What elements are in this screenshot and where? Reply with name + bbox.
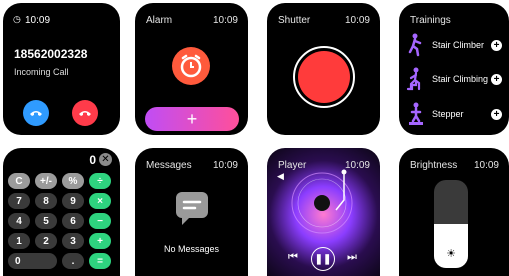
status-time: 10:09 (25, 15, 51, 26)
calc-key[interactable]: % (62, 173, 84, 189)
alarm-screen: Alarm 10:09 + (135, 3, 248, 135)
calc-key[interactable]: C (8, 173, 30, 189)
player-screen: Player 10:09 ◀ ⏮ ❚❚ ⏭ (267, 148, 380, 276)
calc-key[interactable]: 2 (35, 233, 57, 249)
pause-button[interactable]: ❚❚ (311, 247, 335, 271)
calc-key[interactable]: 6 (62, 213, 84, 229)
empty-messages-text: No Messages (163, 244, 220, 254)
calc-key[interactable]: ÷ (89, 173, 111, 189)
calc-key[interactable]: 8 (35, 193, 57, 209)
shutter-button[interactable] (293, 46, 355, 108)
calc-key[interactable]: 4 (8, 213, 30, 229)
calc-key[interactable]: = (89, 253, 111, 269)
status-time: 10:09 (212, 15, 238, 26)
screen-title: Brightness (410, 160, 458, 171)
add-alarm-button[interactable]: + (145, 107, 239, 131)
screen-title: Shutter (278, 15, 311, 26)
add-circle-icon[interactable]: + (491, 73, 502, 85)
training-label: Stair Climbing (432, 74, 489, 84)
stair-climbing-icon (406, 67, 421, 91)
backspace-icon[interactable]: ✕ (99, 153, 112, 166)
hang-up-icon (79, 111, 91, 116)
training-label: Stepper (432, 109, 464, 119)
brightness-screen: Brightness 10:09 ☀ (399, 148, 509, 276)
training-label: Stair Climber (432, 40, 485, 50)
stair-climber-icon (408, 33, 422, 57)
training-item-stair-climber[interactable]: Stair Climber + (406, 30, 502, 60)
shutter-screen: Shutter 10:09 (267, 3, 380, 135)
plus-icon: + (186, 108, 198, 129)
status-time: 10:09 (212, 160, 238, 171)
next-track-icon[interactable]: ⏭ (347, 251, 357, 264)
calc-key[interactable]: 9 (62, 193, 84, 209)
accept-call-button[interactable] (23, 100, 49, 126)
caller-number: 18562002328 (14, 47, 88, 61)
clock-icon: ◷ (13, 14, 21, 24)
calc-key[interactable]: + (89, 233, 111, 249)
calc-key[interactable]: − (89, 213, 111, 229)
screen-title: Alarm (146, 15, 173, 26)
calc-key[interactable]: . (62, 253, 84, 269)
message-bubble-icon (176, 192, 208, 225)
calculator-screen: 0 ✕ C +/-% ÷ 7 8 9 × 4 5 6− 1 2 3 +0. = (3, 148, 120, 276)
volume-icon[interactable]: ◀ (277, 171, 284, 182)
stepper-icon (409, 102, 423, 125)
sun-icon: ☀ (446, 248, 456, 260)
add-circle-icon[interactable]: + (491, 39, 502, 51)
status-time: 10:09 (473, 160, 499, 171)
trainings-screen: Trainings Stair Climber + Stair Climbing… (399, 3, 509, 135)
calc-key[interactable]: 0 (8, 253, 57, 269)
brightness-slider[interactable]: ☀ (434, 180, 468, 268)
pause-icon: ❚❚ (314, 253, 332, 265)
screen-title: Trainings (410, 15, 451, 26)
previous-track-icon[interactable]: ⏮ (288, 251, 298, 264)
calc-key[interactable]: 3 (62, 233, 84, 249)
training-item-stepper[interactable]: Stepper + (406, 99, 502, 129)
calc-key[interactable]: 1 (8, 233, 30, 249)
add-circle-icon[interactable]: + (491, 108, 502, 120)
decline-call-button[interactable] (72, 100, 98, 126)
alarm-clock-icon (172, 47, 210, 85)
phone-icon (30, 111, 42, 116)
calculator-display: 0 (89, 153, 96, 167)
screen-title: Messages (146, 160, 192, 171)
calc-key[interactable]: × (89, 193, 111, 209)
calc-key[interactable]: 7 (8, 193, 30, 209)
training-item-stair-climbing[interactable]: Stair Climbing + (406, 64, 502, 94)
shutter-inner-circle (298, 51, 350, 103)
call-status: Incoming Call (14, 67, 69, 77)
status-time: 10:09 (344, 15, 370, 26)
messages-screen: Messages 10:09 No Messages (135, 148, 248, 276)
brightness-fill (434, 224, 468, 268)
vinyl-record (291, 169, 353, 234)
calc-key[interactable]: 5 (35, 213, 57, 229)
incoming-call-screen: ◷ 10:09 18562002328 Incoming Call (3, 3, 120, 135)
calc-key[interactable]: +/- (35, 173, 57, 189)
